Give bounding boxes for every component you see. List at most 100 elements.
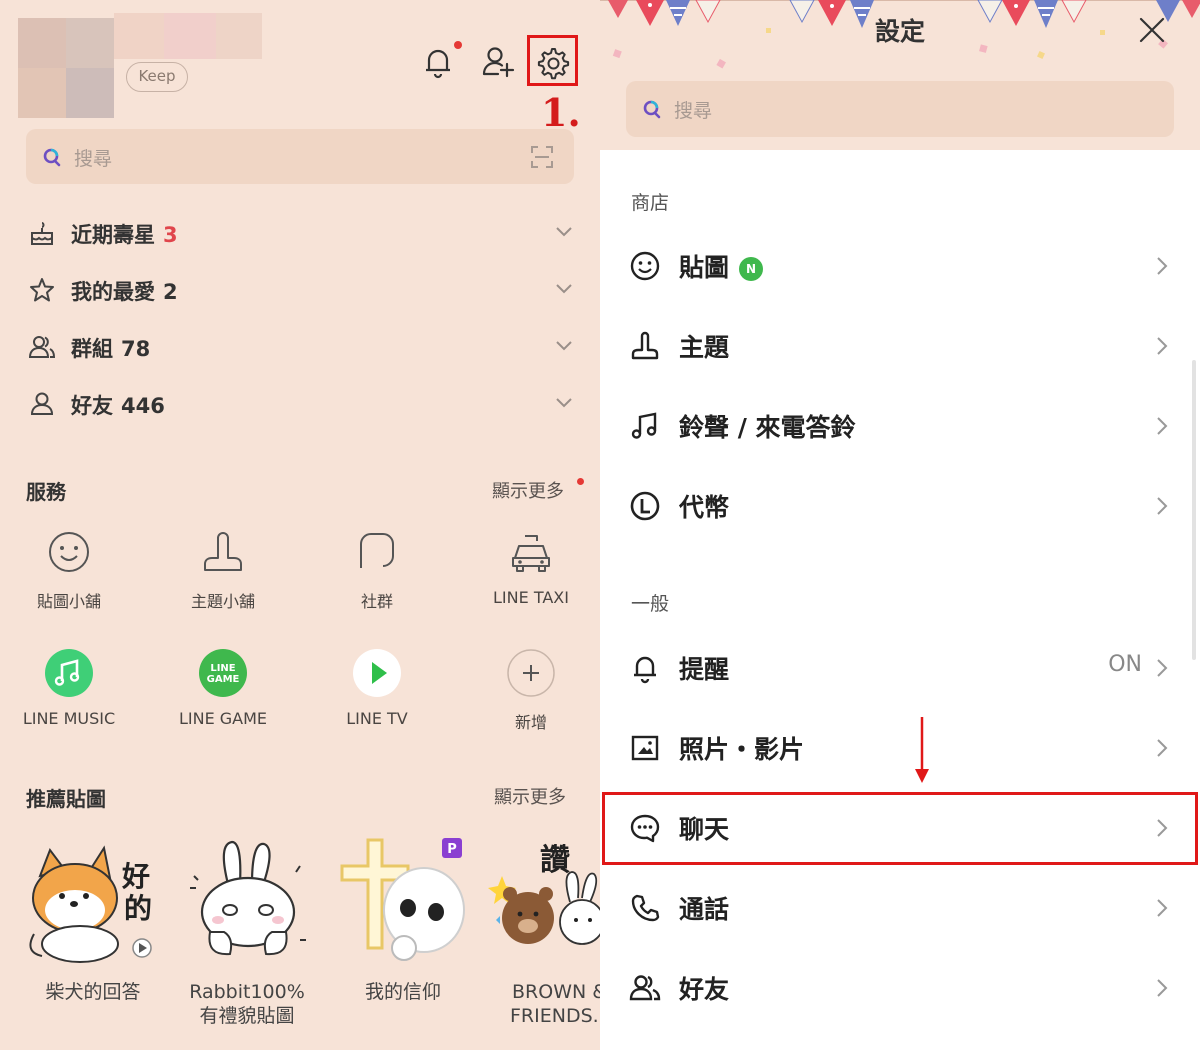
chevron-down-icon — [556, 398, 572, 408]
list-count: 2 — [163, 280, 178, 304]
shiba-sticker-image[interactable]: 好 的 — [20, 836, 165, 966]
sticker-smiley-icon — [630, 251, 660, 281]
taxi-icon — [512, 535, 550, 572]
settings-row-themes[interactable]: 主題 — [600, 306, 1200, 386]
friends-home-panel: Keep 1. 搜尋 近期壽星 3 我的最愛 2 群組 78 好友 446 服務… — [0, 0, 600, 1050]
red-arrow-annotation — [915, 717, 929, 783]
settings-row-notifications[interactable]: 提醒 ON — [600, 628, 1200, 708]
section-title-general: 一般 — [631, 593, 670, 615]
settings-row-label: 貼圖 — [679, 253, 730, 282]
svg-text:LINE: LINE — [210, 663, 235, 674]
list-count: 446 — [121, 394, 165, 418]
service-openchat[interactable]: 社群 — [302, 524, 452, 612]
bell-icon[interactable] — [418, 42, 458, 82]
settings-row-ringtones[interactable]: 鈴聲 / 來電答鈴 — [600, 386, 1200, 466]
chevron-down-icon — [556, 341, 572, 351]
settings-search-bar[interactable]: 搜尋 — [626, 81, 1174, 137]
service-label: 貼圖小舖 — [36, 592, 101, 611]
bell-icon — [634, 656, 656, 684]
chevron-right-icon — [1157, 497, 1168, 515]
chevron-right-icon — [1157, 417, 1168, 435]
profile-name-blurred — [114, 13, 262, 59]
list-label: 我的最愛 — [71, 280, 155, 304]
add-friend-icon[interactable] — [478, 42, 518, 82]
list-row-groups[interactable]: 群組 78 — [0, 321, 600, 377]
stickers-title: 推薦貼圖 — [26, 787, 106, 811]
settings-row-label: 提醒 — [679, 655, 730, 684]
service-line-game[interactable]: LINE GAME LINE GAME — [148, 645, 298, 728]
faith-sticker-image[interactable]: P — [338, 836, 473, 966]
list-count: 78 — [121, 337, 151, 361]
search-placeholder: 搜尋 — [674, 100, 713, 122]
settings-row-label: 通話 — [679, 895, 730, 924]
service-line-tv[interactable]: LINE TV — [302, 645, 452, 728]
settings-row-photos-videos[interactable]: 照片・影片 — [600, 708, 1200, 788]
service-add[interactable]: 新增 — [456, 645, 600, 733]
service-label: 主題小舖 — [190, 592, 255, 611]
chevron-down-icon — [556, 284, 572, 294]
stickers-show-more-link[interactable]: 顯示更多 — [494, 783, 566, 809]
theme-brush-icon — [631, 331, 659, 360]
settings-row-label: 照片・影片 — [679, 735, 805, 764]
services-title: 服務 — [26, 480, 66, 504]
settings-row-coins[interactable]: 代幣 — [600, 466, 1200, 546]
settings-row-calls[interactable]: 通話 — [600, 868, 1200, 948]
sticker-title: Rabbit100% 有禮貌貼圖 — [189, 981, 305, 1027]
settings-highlight-box — [527, 35, 578, 86]
close-icon[interactable] — [1138, 16, 1166, 44]
coin-icon — [630, 491, 660, 521]
qr-scan-icon[interactable] — [530, 145, 554, 169]
settings-row-label: 代幣 — [679, 493, 730, 522]
chevron-right-icon — [1157, 899, 1168, 917]
list-label: 群組 — [71, 337, 113, 361]
settings-row-stickers[interactable]: 貼圖 N — [600, 226, 1200, 306]
list-row-friends[interactable]: 好友 446 — [0, 378, 600, 434]
services-show-more-link[interactable]: 顯示更多 — [492, 477, 564, 503]
service-line-music[interactable]: LINE MUSIC — [0, 645, 144, 728]
list-row-birthdays[interactable]: 近期壽星 3 — [0, 207, 600, 263]
friend-icon — [30, 392, 54, 415]
service-line-taxi[interactable]: LINE TAXI — [456, 524, 600, 607]
openchat-icon — [360, 533, 394, 568]
cake-icon — [31, 222, 53, 245]
svg-text:GAME: GAME — [207, 674, 240, 685]
smiley-icon — [49, 532, 89, 572]
service-theme-shop[interactable]: 主題小舖 — [148, 524, 298, 612]
sticker-title: BROWN & FRIENDS.. — [510, 981, 600, 1027]
search-bar[interactable]: 搜尋 — [26, 129, 574, 184]
service-label: 新增 — [514, 713, 547, 732]
list-row-favorites[interactable]: 我的最愛 2 — [0, 264, 600, 320]
service-sticker-shop[interactable]: 貼圖小舖 — [0, 524, 144, 612]
list-count: 3 — [163, 223, 178, 247]
brown-friends-sticker-image[interactable]: 讚 — [488, 836, 600, 966]
line-game-icon: LINE GAME — [199, 649, 247, 697]
service-label: 社群 — [360, 592, 393, 611]
search-placeholder: 搜尋 — [74, 148, 113, 170]
photo-icon — [631, 735, 659, 761]
brush-icon — [204, 532, 242, 571]
keep-button[interactable]: Keep — [126, 62, 188, 92]
chevron-right-icon — [1157, 979, 1168, 997]
chevron-right-icon — [1157, 739, 1168, 757]
settings-row-label: 鈴聲 / 來電答鈴 — [679, 413, 856, 442]
notification-status-value: ON — [1108, 652, 1142, 677]
settings-panel: 設定 搜尋 商店 貼圖 N 主題 鈴聲 / 來電答鈴 代幣 一般 提醒 ON 照… — [600, 0, 1200, 1050]
services-new-dot — [577, 478, 584, 485]
settings-row-friends[interactable]: 好友 — [600, 948, 1200, 1028]
svg-text:的: 的 — [124, 892, 152, 925]
service-label: LINE GAME — [178, 709, 268, 728]
new-badge: N — [739, 257, 764, 281]
chat-highlight-box — [602, 792, 1198, 865]
notification-dot — [454, 41, 462, 49]
phone-icon — [631, 894, 660, 922]
sticker-title: 我的信仰 — [364, 981, 441, 1003]
add-icon — [507, 649, 555, 697]
premium-badge-icon: P — [447, 842, 457, 857]
settings-row-label: 主題 — [679, 333, 730, 362]
search-icon — [643, 100, 661, 119]
rabbit-sticker-image[interactable] — [180, 836, 320, 966]
avatar[interactable] — [18, 18, 114, 118]
chevron-right-icon — [1157, 257, 1168, 275]
friends-icon — [629, 975, 661, 1001]
list-label: 近期壽星 — [71, 223, 155, 247]
